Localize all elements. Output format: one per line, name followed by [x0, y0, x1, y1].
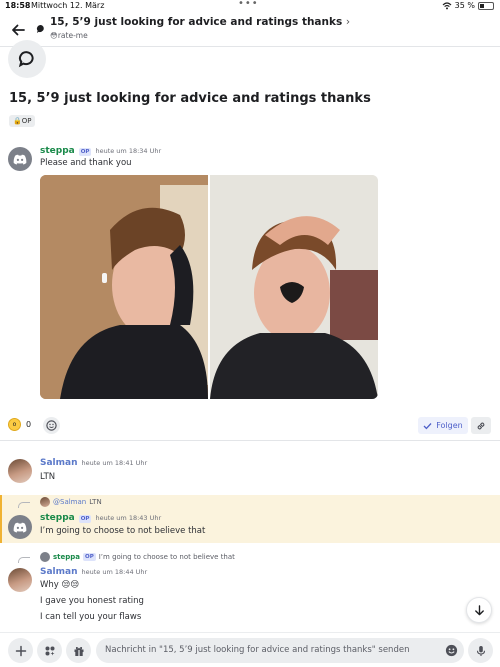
reply-connector [18, 557, 30, 563]
thread-title: 15, 5’9 just looking for advice and rati… [9, 91, 371, 106]
message-text: LTN [40, 472, 56, 482]
author-name[interactable]: Salman [40, 567, 78, 577]
status-date: Mittwoch 12. März [31, 1, 105, 10]
status-time: 18:58 [5, 1, 31, 10]
photo-illustration [40, 175, 208, 399]
timestamp: heute um 18:43 Uhr [95, 514, 162, 522]
author-name[interactable]: steppa [40, 513, 75, 523]
reply-snippet: LTN [89, 498, 102, 506]
copy-link-button[interactable] [471, 417, 491, 434]
channel-name: rate-me [57, 31, 88, 40]
header-title[interactable]: 15, 5’9 just looking for advice and rati… [50, 16, 350, 28]
attachment-image-front[interactable] [210, 175, 378, 399]
message-input-placeholder: Nachricht in "15, 5’9 just looking for a… [105, 645, 410, 655]
message-text: I’m going to choose to not believe that [40, 526, 206, 536]
tag-emoji-icon: 🔒 [13, 117, 22, 125]
wifi-icon [442, 1, 452, 9]
add-reaction-icon [46, 420, 57, 431]
message-header: steppa OP heute um 18:34 Uhr [40, 146, 161, 156]
battery-percent: 35 % [454, 1, 475, 10]
channel-emoji-icon: 😳 [50, 31, 58, 40]
header-title-text: 15, 5’9 just looking for advice and rati… [50, 16, 343, 28]
header-channel[interactable]: 😳rate-me [50, 31, 88, 40]
thread-icon [8, 40, 46, 78]
add-reaction-button[interactable] [43, 417, 60, 434]
attach-button[interactable] [8, 638, 33, 663]
back-arrow-icon[interactable] [9, 21, 27, 39]
op-badge: OP [78, 515, 92, 523]
author-name[interactable]: steppa [40, 146, 75, 156]
reply-avatar [40, 497, 50, 507]
message-input[interactable]: Nachricht in "15, 5’9 just looking for a… [96, 638, 464, 663]
timestamp: heute um 18:44 Uhr [81, 568, 148, 576]
message-text: Why 😒😒 [40, 580, 80, 590]
op-badge: OP [83, 553, 96, 561]
reply-avatar [40, 552, 50, 562]
reaction-count: 0 [26, 420, 32, 429]
emoji-icon[interactable] [445, 644, 458, 657]
reply-reference[interactable]: @Salman LTN [40, 497, 102, 507]
reply-author: steppa [53, 553, 81, 561]
gift-icon [74, 646, 83, 656]
op-badge: OP [78, 148, 92, 156]
reply-author: @Salman [53, 498, 87, 506]
surprised-emoji-icon: o [8, 418, 21, 431]
avatar[interactable] [8, 515, 32, 539]
chat-bubble-icon [18, 51, 34, 68]
reaction-pill[interactable]: o 0 [8, 418, 31, 431]
reaction-bar: o 0 Folgen [0, 410, 500, 441]
reply-connector [18, 502, 30, 508]
discord-logo-icon [13, 522, 27, 532]
plus-icon [15, 645, 26, 656]
arrow-down-icon [474, 604, 484, 615]
voice-message-button[interactable] [468, 638, 493, 663]
status-right: 35 % [442, 1, 494, 10]
author-name[interactable]: Salman [40, 458, 78, 468]
timestamp: heute um 18:41 Uhr [81, 459, 148, 467]
reply-reference[interactable]: steppa OP I’m going to choose to not bel… [40, 552, 235, 562]
discord-logo-icon [13, 154, 27, 164]
follow-label: Folgen [436, 421, 463, 430]
thread-tag-label: OP [21, 117, 32, 125]
apps-icon [45, 646, 54, 655]
microphone-icon [476, 645, 485, 656]
composer: Nachricht in "15, 5’9 just looking for a… [0, 632, 500, 667]
message-text: I can tell you your flaws [40, 612, 142, 622]
message-header: steppa OP heute um 18:43 Uhr [40, 513, 161, 523]
scroll-to-bottom-button[interactable] [466, 597, 492, 623]
follow-button[interactable]: Folgen [418, 417, 468, 434]
message-header: Salman heute um 18:44 Uhr [40, 567, 147, 577]
thread-header: 15, 5’9 just looking for advice and rati… [0, 13, 500, 47]
thread-tag[interactable]: 🔒OP [9, 115, 36, 127]
photo-illustration [210, 175, 378, 399]
avatar[interactable] [8, 568, 32, 592]
chat-bubble-icon [36, 24, 44, 33]
attachment-image-profile[interactable] [40, 175, 208, 399]
reply-snippet: I’m going to choose to not believe that [98, 553, 235, 561]
apps-button[interactable] [37, 638, 62, 663]
gift-button[interactable] [66, 638, 91, 663]
message-text: I gave you honest rating [40, 596, 144, 606]
message-header: Salman heute um 18:41 Uhr [40, 458, 147, 468]
link-icon [477, 422, 485, 429]
check-icon [423, 422, 432, 429]
status-bar: 18:58 Mittwoch 12. März ••• 35 % [0, 0, 500, 13]
chevron-right-icon: › [345, 16, 351, 28]
battery-icon [478, 1, 494, 10]
message-text: Please and thank you [40, 158, 132, 168]
avatar[interactable] [8, 459, 32, 483]
timestamp: heute um 18:34 Uhr [95, 147, 162, 155]
avatar[interactable] [8, 147, 32, 171]
multitask-dots-icon[interactable]: ••• [238, 0, 259, 9]
